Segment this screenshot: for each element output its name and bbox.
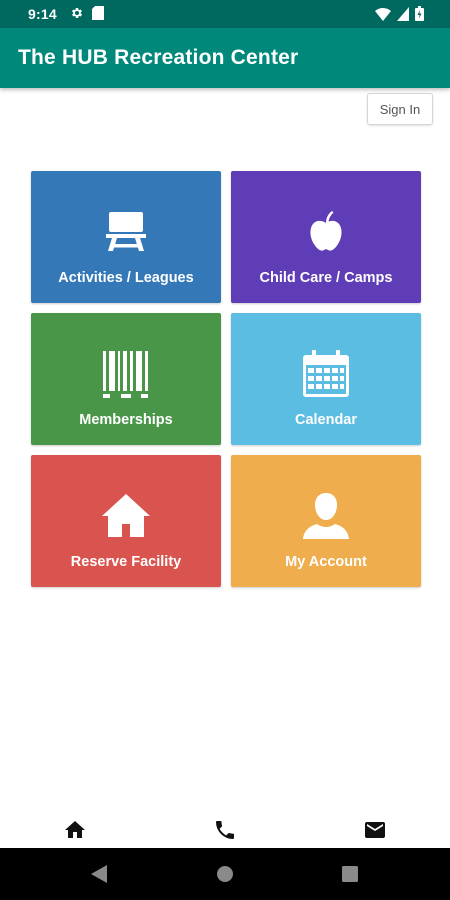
memberships-tile[interactable]: Memberships (31, 313, 221, 445)
home-circle-icon[interactable] (216, 865, 234, 888)
calendar-tile[interactable]: Calendar (231, 313, 421, 445)
app-bar: The HUB Recreation Center (0, 28, 450, 88)
barcode-icon (101, 349, 151, 399)
wifi-icon (375, 7, 391, 26)
tile-label: Memberships (79, 412, 173, 428)
bottom-nav (0, 810, 450, 848)
phone-icon[interactable] (213, 818, 237, 842)
home-icon[interactable] (63, 818, 87, 842)
child-care-camps-tile[interactable]: Child Care / Camps (231, 171, 421, 303)
sign-in-button[interactable]: Sign In (367, 93, 433, 125)
recents-icon[interactable] (342, 866, 358, 887)
signal-icon (397, 6, 409, 26)
app-title: The HUB Recreation Center (18, 46, 299, 69)
my-account-tile[interactable]: My Account (231, 455, 421, 587)
status-time: 9:14 (28, 6, 57, 22)
reserve-facility-tile[interactable]: Reserve Facility (31, 455, 221, 587)
mail-icon[interactable] (363, 818, 387, 842)
sd-card-icon (92, 6, 104, 25)
person-icon (301, 491, 351, 541)
battery-icon (415, 6, 424, 26)
picnic-table-icon (101, 207, 151, 257)
menu-grid: Activities / Leagues Child Care / Camps (31, 171, 421, 587)
tile-label: Activities / Leagues (58, 270, 194, 286)
tile-label: Reserve Facility (70, 554, 182, 570)
apple-icon (301, 207, 351, 257)
gear-icon (70, 6, 84, 25)
tile-label: Child Care / Camps (259, 270, 393, 286)
house-icon (101, 491, 151, 541)
tile-label: Calendar (294, 412, 358, 428)
calendar-icon (301, 349, 351, 399)
system-nav-bar (0, 848, 450, 900)
activities-leagues-tile[interactable]: Activities / Leagues (31, 171, 221, 303)
status-bar: 9:14 (0, 0, 450, 28)
tile-label: My Account (285, 554, 367, 570)
back-icon[interactable] (90, 864, 108, 889)
